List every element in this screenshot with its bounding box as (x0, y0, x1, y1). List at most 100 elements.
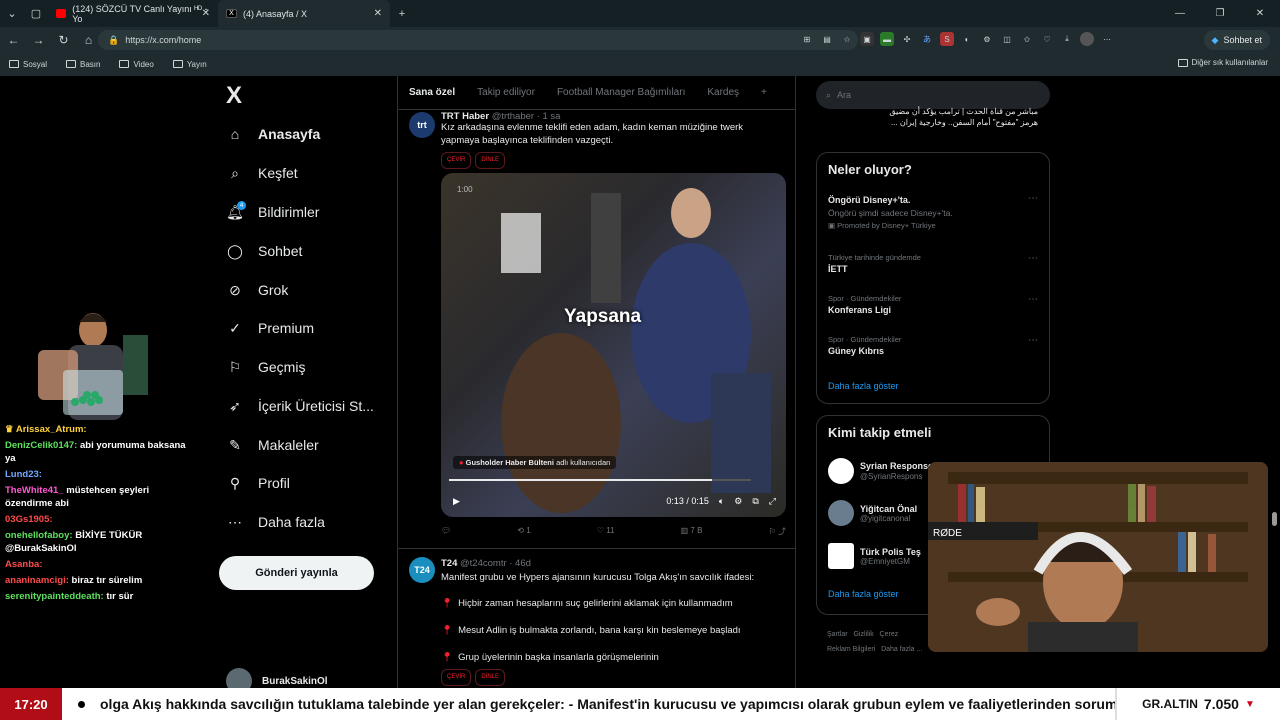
tab-sozcu[interactable]: (124) SÖZCÜ TV Canlı Yayını ᴴᴰ - Yo ✕ (48, 0, 218, 27)
tab-football-manager[interactable]: Football Manager Bağımlıları (546, 87, 696, 98)
close-icon[interactable]: ✕ (374, 8, 382, 19)
sidebar-item-premium[interactable]: ✓ Premium (226, 316, 314, 340)
sidebar-item-home[interactable]: ⌂ Anasayfa (226, 122, 321, 146)
extension-icon[interactable]: ✣ (900, 32, 914, 46)
footer-link[interactable]: Daha fazla ... (881, 646, 922, 653)
extension-icon[interactable]: S (940, 32, 954, 46)
like-button[interactable]: ♡ 11 (597, 526, 615, 537)
chat-message: DenizCelik0147: abi yorumuma baksana ya (5, 439, 195, 465)
collections-icon[interactable]: ♡ (1040, 32, 1054, 46)
footer-link[interactable]: Çerez (880, 631, 899, 638)
footer-link[interactable]: Reklam Bilgileri (827, 646, 875, 653)
volume-icon[interactable]: 🔈︎ (719, 496, 724, 507)
sidebar-item-more[interactable]: ⋯ Daha fazla (226, 510, 325, 534)
tab-kardes[interactable]: Kardeş (696, 87, 750, 98)
sidebar-item-notifications[interactable]: 🔔︎ 4 Bildirimler (226, 200, 319, 224)
bookmark-basin[interactable]: Basın (66, 60, 100, 69)
workspaces-icon[interactable]: ▢ (24, 2, 48, 26)
footer-link[interactable]: Gizlilik (853, 631, 873, 638)
app-icon[interactable]: ⊞ (800, 32, 814, 46)
translate-chip[interactable]: ÇEVİR (441, 152, 472, 169)
listen-chip[interactable]: DİNLE (475, 152, 506, 169)
minimize-icon[interactable]: — (1160, 8, 1200, 19)
close-window-icon[interactable]: ✕ (1240, 8, 1280, 19)
trend-item[interactable]: Spor · Gündemdekiler Güney Kıbrıs ⋯ (828, 335, 1038, 356)
bookmark-button[interactable]: ⚐ ⤴ (769, 526, 786, 537)
sidebar-item-bookmarks[interactable]: ⚐ Geçmiş (226, 355, 306, 379)
maximize-icon[interactable]: ❐ (1200, 8, 1240, 19)
avatar[interactable]: T24 (409, 557, 435, 583)
tweet[interactable]: T24 T24 @t24comtr · 46d Manifest grubu v… (398, 548, 795, 688)
more-icon[interactable]: ⋯ (1028, 193, 1038, 204)
show-more-link[interactable]: Daha fazla göster (828, 381, 899, 391)
video-progress[interactable] (449, 479, 751, 481)
downloads-icon[interactable]: ⤓ (1060, 32, 1074, 46)
avatar[interactable] (1080, 32, 1094, 46)
tweet-author[interactable]: T24 (441, 558, 457, 569)
sidebar-item-profile[interactable]: ⚲ Profil (226, 471, 290, 495)
live-news-card[interactable]: مباشر من قناة الحدث | ترامب يؤكد أن مضيق… (816, 106, 1050, 138)
sidebar-item-creator-studio[interactable]: ➶ İçerik Üreticisi St... (226, 394, 374, 418)
favorites-icon[interactable]: ✩ (1020, 32, 1034, 46)
reply-button[interactable]: 💬︎ (441, 526, 451, 537)
more-icon[interactable]: ⋯ (1028, 294, 1038, 305)
scrollbar-thumb[interactable] (1272, 512, 1277, 526)
fullscreen-icon[interactable]: ⤢ (769, 496, 776, 507)
follow-suggestion[interactable]: Türk Polis Teş @EmniyetGM (828, 543, 921, 569)
repost-button[interactable]: ⟲ 1 (517, 526, 530, 537)
bookmark-video[interactable]: Video (119, 60, 154, 69)
bookmark-yayin[interactable]: Yayın (172, 60, 207, 69)
settings-icon[interactable]: ⚙ (734, 496, 742, 507)
sidebar-item-chat[interactable]: ◯ Sohbet (226, 239, 302, 263)
reload-icon[interactable]: ↻ (51, 33, 76, 47)
trend-item[interactable]: Spor · Gündemdekiler Konferans Ligi ⋯ (828, 294, 1038, 315)
sidebar-item-label: Sohbet (258, 243, 303, 259)
bookmark-sosyal[interactable]: Sosyal (9, 60, 47, 69)
translate-icon[interactable]: あ (920, 32, 934, 46)
trend-item[interactable]: Türkiye tarihinde gündemde İETT ⋯ (828, 253, 1038, 274)
extension-icon[interactable]: ◐ (960, 32, 974, 46)
extension-icon[interactable]: ⚙ (980, 32, 994, 46)
copilot-button[interactable]: ◆ Sohbet et (1203, 30, 1270, 50)
new-tab-icon[interactable]: + (390, 2, 414, 26)
views-button[interactable]: ▥ 7 B (681, 526, 703, 537)
address-bar[interactable]: 🔒 https://x.com/home (98, 30, 858, 50)
add-tab-icon[interactable]: + (750, 87, 778, 98)
follow-suggestion[interactable]: Syrian Response ✔@SyrianRespons (828, 458, 943, 484)
tab-x-home[interactable]: X (4) Anasayfa / X ✕ (218, 0, 390, 27)
follow-suggestion[interactable]: Yiğitcan Önal @yigitcanonal (828, 500, 917, 526)
tab-following[interactable]: Takip ediliyor (466, 87, 546, 98)
post-button[interactable]: Gönderi yayınla (219, 556, 374, 590)
tweet-video[interactable]: 1:00 Yapsana ● Gusholder Haber Bülteni a… (441, 173, 786, 517)
x-sidebar: X ⌂ Anasayfa ⌕ Keşfet 🔔︎ 4 Bildirimler ◯ Sohb… (210, 76, 396, 694)
search-input[interactable]: ⌕ Ara (816, 81, 1050, 109)
tab-for-you[interactable]: Sana özel (398, 87, 466, 98)
avatar[interactable]: trt (409, 112, 435, 138)
menu-icon[interactable]: ⋯ (1100, 32, 1114, 46)
x-logo-icon[interactable]: X (226, 82, 242, 110)
close-icon[interactable]: ✕ (202, 8, 210, 19)
extension-icon[interactable]: ▬ (880, 32, 894, 46)
more-icon[interactable]: ⋯ (1028, 253, 1038, 264)
other-bookmarks[interactable]: Diğer sık kullanılanlar (1177, 58, 1268, 67)
more-icon[interactable]: ⋯ (1028, 335, 1038, 346)
trend-meta: Türkiye tarihinde gündemde (828, 253, 921, 262)
sidebar-item-grok[interactable]: ⊘ Grok (226, 278, 288, 302)
reader-icon[interactable]: ▤ (820, 32, 834, 46)
listen-chip[interactable]: DİNLE (475, 669, 506, 686)
play-icon[interactable]: ▶ (453, 496, 460, 507)
footer-link[interactable]: Şartlar (827, 631, 848, 638)
translate-chip[interactable]: ÇEVİR (441, 669, 472, 686)
trend-item[interactable]: Öngörü Disney+'ta. Öngörü şimdi sadece D… (828, 193, 1038, 230)
split-screen-icon[interactable]: ◫ (1000, 32, 1014, 46)
tab-list-icon[interactable]: ⌄ (0, 2, 24, 26)
extension-icon[interactable]: ▣ (860, 32, 874, 46)
sidebar-item-explore[interactable]: ⌕ Keşfet (226, 161, 298, 185)
sidebar-item-articles[interactable]: ✎ Makaleler (226, 433, 319, 457)
forward-icon[interactable]: → (26, 33, 51, 47)
back-icon[interactable]: ← (1, 33, 26, 47)
favorite-icon[interactable]: ☆ (840, 32, 854, 46)
show-more-link[interactable]: Daha fazla göster (828, 589, 899, 599)
video-credit[interactable]: ● Gusholder Haber Bülteni adlı kullanıcı… (453, 456, 617, 469)
pip-icon[interactable]: ⧉ (752, 496, 758, 507)
